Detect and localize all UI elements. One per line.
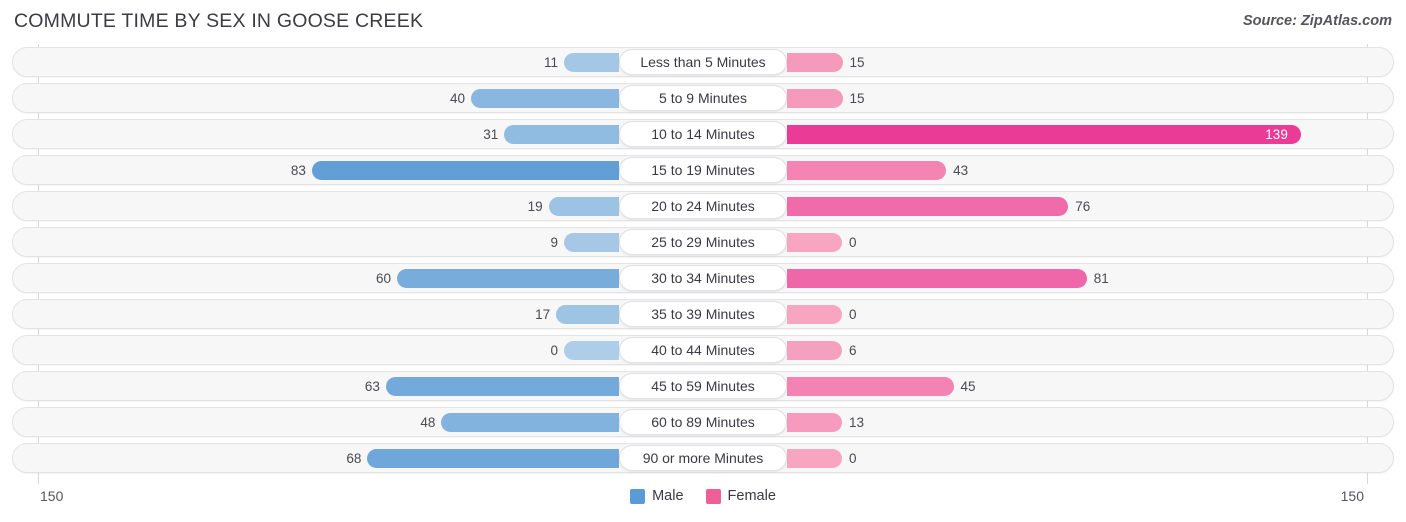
bar-male [311,161,619,180]
legend-label: Male [652,488,684,504]
table-row: 17 0 35 to 39 Minutes [0,296,1406,332]
bar-value-male: 83 [290,163,306,178]
bar-value-male: 48 [420,415,436,430]
bar-value-male: 63 [364,379,380,394]
bar-female [787,161,947,180]
bar-male [556,305,619,324]
chart-page: COMMUTE TIME BY SEX IN GOOSE CREEK Sourc… [0,0,1406,522]
bar-male [397,269,619,288]
bar-value-female: 76 [1075,199,1091,214]
category-label: Less than 5 Minutes [619,49,787,75]
table-row: 40 15 5 to 9 Minutes [0,80,1406,116]
bar-male [471,89,619,108]
category-label: 45 to 59 Minutes [619,373,787,399]
bar-male [548,197,619,216]
legend-item[interactable]: Female [705,488,776,504]
category-label: 35 to 39 Minutes [619,301,787,327]
bar-female [787,89,843,108]
bar-male [441,413,619,432]
bar-male [564,233,619,252]
bar-female [787,413,842,432]
table-row: 63 45 45 to 59 Minutes [0,368,1406,404]
source-attribution: Source: ZipAtlas.com [1242,13,1392,29]
table-row: 0 6 40 to 44 Minutes [0,332,1406,368]
bar-male [504,125,619,144]
chart-plot-area: 11 15 Less than 5 Minutes 40 15 5 to 9 Minute… [0,44,1406,484]
bar-female [787,125,1302,144]
category-label: 40 to 44 Minutes [619,337,787,363]
bar-value-female: 0 [849,235,857,250]
bar-female [787,341,842,360]
bar-male [367,449,619,468]
bar-value-male: 60 [375,271,391,286]
table-row: 68 0 90 or more Minutes [0,440,1406,476]
legend-swatch-icon [705,488,721,504]
table-row: 83 43 15 to 19 Minutes [0,152,1406,188]
bar-value-female: 6 [849,343,857,358]
bar-value-male: 9 [550,235,558,250]
bar-value-female: 15 [849,55,865,70]
chart-header: COMMUTE TIME BY SEX IN GOOSE CREEK Sourc… [0,0,1406,44]
category-label: 25 to 29 Minutes [619,229,787,255]
category-label: 15 to 19 Minutes [619,157,787,183]
bar-female [787,233,842,252]
bar-value-female: 15 [849,91,865,106]
category-label: 5 to 9 Minutes [619,85,787,111]
bar-value-female: 45 [960,379,976,394]
bar-female [787,305,842,324]
bar-value-male: 19 [527,199,543,214]
bar-value-female: 43 [953,163,969,178]
page-title: COMMUTE TIME BY SEX IN GOOSE CREEK [14,10,424,32]
bar-value-female: 13 [849,415,865,430]
bar-male [564,341,619,360]
bar-male [385,377,619,396]
bar-value-male: 0 [550,343,558,358]
bar-female [787,377,954,396]
table-row: 19 76 20 to 24 Minutes [0,188,1406,224]
bar-female [787,197,1069,216]
bar-female [787,269,1087,288]
table-row: 9 0 25 to 29 Minutes [0,224,1406,260]
bar-value-female: 0 [849,307,857,322]
legend-swatch-icon [630,488,646,504]
category-label: 10 to 14 Minutes [619,121,787,147]
legend-item[interactable]: Male [630,488,684,504]
bar-value-female: 139 [1265,127,1288,142]
bar-rows: 11 15 Less than 5 Minutes 40 15 5 to 9 Minute… [0,44,1406,476]
bar-value-male: 17 [535,307,551,322]
bar-value-female: 0 [849,451,857,466]
category-label: 90 or more Minutes [619,445,787,471]
bar-female [787,449,842,468]
bar-value-female: 81 [1093,271,1109,286]
bar-value-male: 11 [543,55,558,70]
bar-value-male: 40 [449,91,465,106]
bar-value-male: 31 [483,127,499,142]
legend-label: Female [727,488,776,504]
category-label: 30 to 34 Minutes [619,265,787,291]
table-row: 60 81 30 to 34 Minutes [0,260,1406,296]
bar-female [787,53,843,72]
table-row: 48 13 60 to 89 Minutes [0,404,1406,440]
category-label: 20 to 24 Minutes [619,193,787,219]
table-row: 11 15 Less than 5 Minutes [0,44,1406,80]
category-label: 60 to 89 Minutes [619,409,787,435]
bar-male [564,53,619,72]
table-row: 31 139 10 to 14 Minutes [0,116,1406,152]
chart-footer: 150 150 Male Female [0,484,1406,522]
bar-value-male: 68 [346,451,362,466]
chart-legend: Male Female [0,488,1406,504]
